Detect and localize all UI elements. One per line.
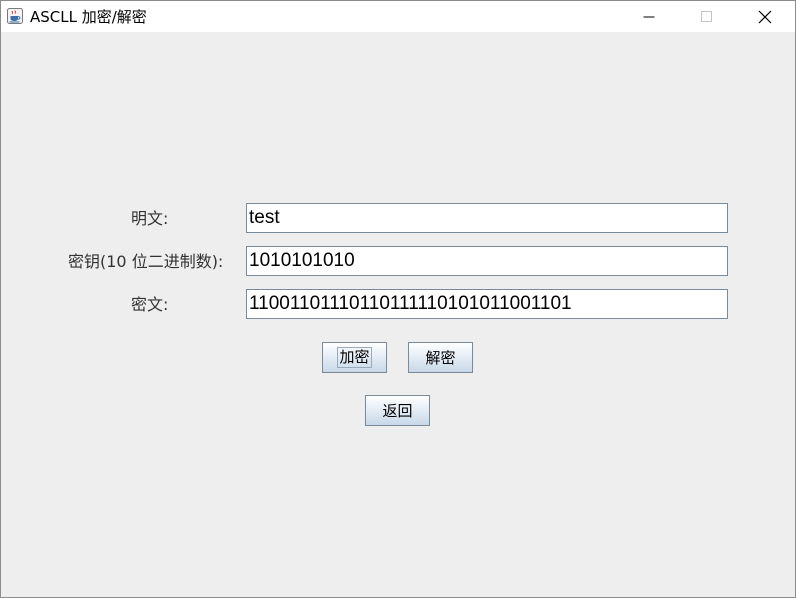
decrypt-button-label: 解密 [425, 349, 456, 367]
plaintext-value: test [249, 207, 280, 228]
app-window: ASCLL 加密/解密 明文: test 密钥(10 位二进制数): 10101… [0, 0, 796, 598]
maximize-button[interactable] [678, 1, 736, 32]
plaintext-label: 明文: [131, 209, 169, 228]
key-input[interactable]: 1010101010 [246, 246, 728, 276]
key-value: 1010101010 [249, 250, 355, 271]
ciphertext-value: 11001101110110111110101011001101 [249, 293, 572, 314]
window-title: ASCLL 加密/解密 [30, 8, 147, 26]
back-button-label: 返回 [382, 402, 413, 420]
key-label: 密钥(10 位二进制数): [68, 252, 224, 271]
encrypt-button-label: 加密 [337, 347, 372, 368]
decrypt-button[interactable]: 解密 [408, 342, 473, 373]
minimize-button[interactable] [620, 1, 678, 32]
maximize-icon [701, 10, 712, 22]
ciphertext-input[interactable]: 11001101110110111110101011001101 [246, 289, 728, 319]
encrypt-button[interactable]: 加密 [322, 342, 387, 373]
title-bar[interactable]: ASCLL 加密/解密 [1, 1, 795, 32]
close-icon [758, 10, 772, 23]
ciphertext-label: 密文: [131, 295, 169, 314]
minimize-icon [643, 16, 655, 17]
plaintext-input[interactable]: test [246, 203, 728, 233]
close-button[interactable] [736, 1, 794, 32]
back-button[interactable]: 返回 [365, 395, 430, 426]
java-coffee-cup-icon [7, 8, 23, 24]
